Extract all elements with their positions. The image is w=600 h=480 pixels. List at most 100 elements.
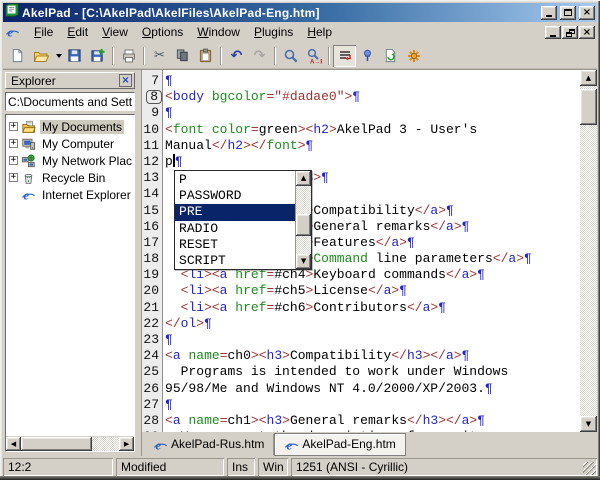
tree-item-my-network-plac[interactable]: +My Network Plac [9,152,134,169]
save-button[interactable] [63,45,86,67]
explorer-close-icon[interactable]: × [119,74,132,87]
scroll-up-icon[interactable]: ▲ [580,70,597,86]
scrollbar-thumb[interactable] [580,89,597,125]
resize-grip[interactable] [583,462,596,475]
toolbar: ✂ ↶↷ A→B [3,43,597,69]
line-number: 28 [142,413,163,429]
explorer-path-input[interactable] [5,92,135,111]
new-file-button[interactable] [6,45,29,67]
editor-vertical-scrollbar[interactable]: ▲ ▼ [580,70,597,432]
editor-line-20: 20 <li><a href=#ch5>License</a>¶ [142,283,580,299]
tree-item-my-documents[interactable]: +My Documents [9,118,134,135]
menu-view[interactable]: View [95,23,135,42]
tree-item-internet-explorer[interactable]: +eInternet Explorer [9,186,134,203]
menu-options[interactable]: Options [135,23,190,42]
line-number: 27 [142,397,163,413]
close-button[interactable]: × [579,6,595,20]
line-number: 15 [142,203,163,219]
editor-area[interactable]: 7¶8<body bgcolor="#dadae0">¶9¶10<font co… [141,70,597,432]
replace-icon: A→B [306,48,322,64]
replace-button[interactable]: A→B [302,45,325,67]
menu-window[interactable]: Window [190,23,247,42]
redo-button[interactable]: ↷ [248,45,271,67]
reload-document-button[interactable] [379,45,402,67]
explorer-title: Explorer [11,74,119,88]
tree-item-recycle-bin[interactable]: + Recycle Bin [9,169,134,186]
toolbar-separator [328,47,330,65]
tree-horizontal-scrollbar[interactable]: ◀ ▶ [6,436,134,451]
line-code: <body bgcolor="#dadae0">¶ [163,89,580,105]
line-number: 11 [142,138,163,154]
copy-icon [175,48,190,63]
scrollbar-thumb[interactable] [21,437,92,451]
expand-plus-icon[interactable]: + [9,173,18,182]
line-number: 8 [142,89,163,105]
new-file-icon [10,48,25,63]
tab-label: AkelPad-Eng.htm [302,437,395,451]
expand-plus-icon[interactable]: + [9,156,18,165]
autocomplete-item-p[interactable]: P [175,172,295,188]
tree-item-my-computer[interactable]: +My Computer [9,135,134,152]
print-button[interactable] [117,45,140,67]
mdi-restore-button[interactable] [562,26,578,39]
line-code: p¶ [163,154,580,170]
autocomplete-item-password[interactable]: PASSWORD [175,188,295,204]
scroll-up-icon[interactable]: ▲ [296,171,311,186]
expand-plus-icon[interactable]: + [9,122,18,131]
editor-line-8: 8<body bgcolor="#dadae0">¶ [142,89,580,105]
paste-button[interactable] [194,45,217,67]
pin-button[interactable] [356,45,379,67]
window-titlebar: AkelPad - [C:\AkelPad\AkelFiles\AkelPad-… [3,3,597,22]
scroll-left-icon[interactable]: ◀ [6,437,21,451]
line-number: 22 [142,316,163,332]
find-button[interactable] [279,45,302,67]
cut-button[interactable]: ✂ [148,45,171,67]
scroll-right-icon[interactable]: ▶ [119,437,134,451]
menu-plugins[interactable]: Plugins [247,23,300,42]
autocomplete-item-pre[interactable]: PRE [175,204,295,220]
gear-icon [406,48,422,64]
document-tab-akelpad-eng-htm[interactable]: eAkelPad-Eng.htm [274,433,405,456]
menu-edit[interactable]: Edit [60,23,95,42]
window-bottom-edge [0,476,600,480]
open-file-button[interactable] [29,45,52,67]
word-wrap-button[interactable] [333,45,356,67]
plugin-settings-button[interactable] [402,45,425,67]
copy-button[interactable] [171,45,194,67]
line-code: <a name=ch1><h3>General remarks</h3></a>… [163,413,580,429]
tree-item-label: Internet Explorer [40,188,133,202]
expand-plus-icon[interactable]: + [9,139,18,148]
undo-button[interactable]: ↶ [225,45,248,67]
status-insert-mode: Ins [227,458,255,476]
editor-line-23: 23¶ [142,332,580,348]
document-tab-akelpad-rus-htm[interactable]: eAkelPad-Rus.htm [144,434,274,455]
editor-line-10: 10<font color=green><h2>AkelPad 3 - User… [142,122,580,138]
autocomplete-item-radio[interactable]: RADIO [175,221,295,237]
autocomplete-item-reset[interactable]: RESET [175,237,295,253]
minimize-button[interactable] [541,6,557,20]
scrollbar-thumb[interactable] [296,214,311,236]
editor-line-9: 9¶ [142,105,580,121]
editor-line-11: 11Manual</h2></font>¶ [142,138,580,154]
popup-scrollbar[interactable]: ▲ ▼ [295,171,311,269]
tree-item-label: Recycle Bin [40,171,107,185]
window-title: AkelPad - [C:\AkelPad\AkelFiles\AkelPad-… [22,6,538,20]
mdi-close-button[interactable]: × [579,26,595,39]
maximize-button[interactable] [560,6,576,20]
autocomplete-item-script[interactable]: SCRIPT [175,253,295,269]
mdi-minimize-button[interactable] [545,26,561,39]
toolbar-separator [220,47,222,65]
recycle-bin-icon [21,171,36,185]
line-number: 23 [142,332,163,348]
save-all-button[interactable] [86,45,109,67]
scroll-down-icon[interactable]: ▼ [296,254,311,269]
scroll-down-icon[interactable]: ▼ [580,416,597,432]
akelpad-window: AkelPad - [C:\AkelPad\AkelFiles\AkelPad-… [0,0,600,480]
editor-line-28: 28<a name=ch1><h3>General remarks</h3></… [142,413,580,429]
menu-help[interactable]: Help [300,23,339,42]
open-file-button-dropdown[interactable] [52,45,63,67]
menu-file[interactable]: File [27,23,60,42]
line-code: ¶ [163,332,580,348]
line-number: 17 [142,235,163,251]
menu-bar: e FileEditViewOptionsWindowPluginsHelp × [3,22,597,43]
